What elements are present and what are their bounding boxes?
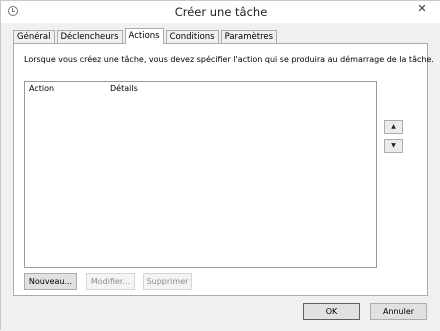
- edit-action-button[interactable]: Modifier...: [86, 273, 135, 290]
- move-up-button[interactable]: ▲: [384, 120, 403, 134]
- delete-action-button[interactable]: Supprimer: [143, 273, 192, 290]
- list-header: Action Détails: [25, 82, 376, 96]
- ok-button[interactable]: OK: [303, 303, 360, 320]
- dialog-window: Créer une tâche ✕ Général Déclencheurs A…: [0, 0, 440, 331]
- actions-list[interactable]: Action Détails: [24, 81, 377, 268]
- tab-actions[interactable]: Actions: [124, 28, 164, 44]
- actions-description: Lorsque vous créez une tâche, vous devez…: [24, 55, 434, 64]
- actions-panel: Lorsque vous créez une tâche, vous devez…: [13, 43, 434, 296]
- cancel-button[interactable]: Annuler: [370, 303, 427, 320]
- column-header-details[interactable]: Détails: [110, 84, 138, 93]
- title-bar: Créer une tâche ✕: [1, 1, 440, 23]
- tab-conditions[interactable]: Conditions: [165, 30, 219, 44]
- column-header-action[interactable]: Action: [29, 84, 54, 93]
- tab-strip: Général Déclencheurs Actions Conditions …: [13, 28, 279, 44]
- tab-settings[interactable]: Paramètres: [220, 30, 278, 44]
- tab-triggers[interactable]: Déclencheurs: [56, 30, 123, 44]
- new-action-button[interactable]: Nouveau...: [24, 273, 77, 290]
- window-title: Créer une tâche: [174, 5, 268, 19]
- tab-general[interactable]: Général: [13, 30, 55, 44]
- move-down-button[interactable]: ▼: [384, 139, 403, 153]
- close-button[interactable]: ✕: [409, 1, 435, 17]
